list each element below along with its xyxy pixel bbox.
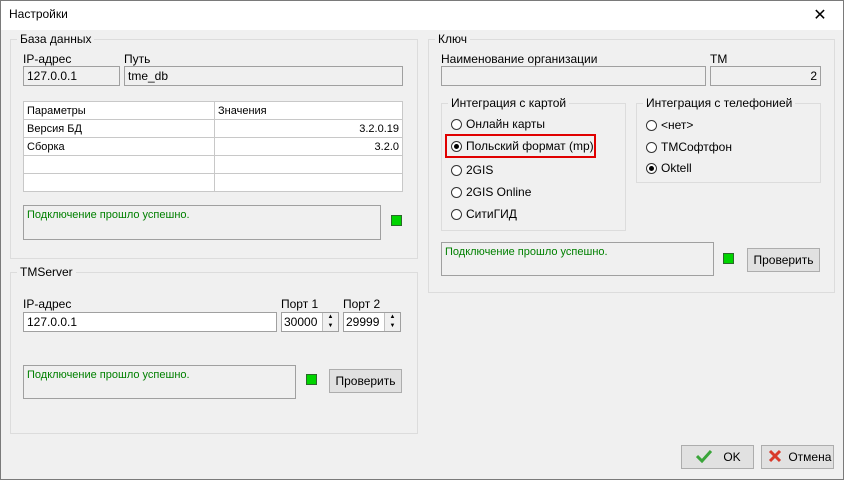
map-integration-legend: Интеграция с картой xyxy=(448,96,570,110)
radio-button-icon xyxy=(646,120,657,131)
table-header: Значения xyxy=(214,101,403,120)
database-legend: База данных xyxy=(17,32,95,46)
tmserver-ip-input[interactable]: 127.0.0.1 xyxy=(23,312,277,332)
spin-up-icon[interactable]: ▲ xyxy=(322,313,338,322)
radio-button-icon xyxy=(451,119,462,130)
table-cell xyxy=(214,173,403,192)
radio-citygid[interactable]: СитиГИД xyxy=(451,206,517,222)
highlight-box xyxy=(445,134,596,158)
radio-button-selected-icon xyxy=(646,163,657,174)
table-row[interactable]: Версия БД 3.2.0.19 xyxy=(23,119,403,138)
table-header: Параметры xyxy=(23,101,215,120)
db-path-field[interactable]: tme_db xyxy=(124,66,403,86)
port2-value: 29999 xyxy=(346,315,380,329)
port2-label: Порт 2 xyxy=(343,297,381,311)
db-ip-field[interactable]: 127.0.0.1 xyxy=(23,66,120,86)
tmserver-legend: TMServer xyxy=(17,265,76,279)
spin-up-icon[interactable]: ▲ xyxy=(384,313,400,322)
tmserver-check-button[interactable]: Проверить xyxy=(329,369,402,393)
tm-label: TM xyxy=(710,52,728,66)
table-header-row: Параметры Значения xyxy=(23,101,403,120)
key-status-led xyxy=(723,253,734,264)
db-status-led xyxy=(391,215,402,226)
radio-button-icon xyxy=(451,209,462,220)
radio-label: Oktell xyxy=(661,161,692,175)
table-cell xyxy=(23,173,215,192)
db-status-box: Подключение прошло успешно. xyxy=(23,205,381,240)
db-path-label: Путь xyxy=(124,52,151,66)
radio-label: СитиГИД xyxy=(466,207,517,221)
spin-down-icon[interactable]: ▼ xyxy=(322,322,338,331)
key-check-button[interactable]: Проверить xyxy=(747,248,820,272)
cancel-button[interactable]: Отмена xyxy=(761,445,834,469)
window-title: Настройки xyxy=(9,7,68,21)
checkmark-icon xyxy=(695,449,713,464)
cancel-label: Отмена xyxy=(788,450,832,464)
table-row[interactable]: Сборка 3.2.0 xyxy=(23,137,403,156)
db-ip-label: IP-адрес xyxy=(23,52,72,66)
radio-label: 2GIS xyxy=(466,163,494,177)
radio-online-maps[interactable]: Онлайн карты xyxy=(451,116,545,132)
org-label: Наименование организации xyxy=(441,52,598,66)
port2-stepper[interactable]: 29999 ▲ ▼ xyxy=(343,312,401,332)
radio-2gis-online[interactable]: 2GIS Online xyxy=(451,184,531,200)
radio-button-icon xyxy=(451,165,462,176)
radio-label: ТМСофтфон xyxy=(661,140,732,154)
tmserver-ip-label: IP-адрес xyxy=(23,297,72,311)
table-row[interactable] xyxy=(23,155,403,174)
tm-field[interactable]: 2 xyxy=(710,66,821,86)
port1-value: 30000 xyxy=(284,315,318,329)
settings-dialog: Настройки ✕ База данных IP-адрес 127.0.0… xyxy=(0,0,844,480)
table-cell: Сборка xyxy=(23,137,215,156)
radio-2gis[interactable]: 2GIS xyxy=(451,162,493,178)
key-status-box: Подключение прошло успешно. xyxy=(441,242,714,276)
radio-none[interactable]: <нет> xyxy=(646,117,693,133)
radio-label: 2GIS Online xyxy=(466,185,532,199)
title-bar: Настройки ✕ xyxy=(1,1,843,30)
port1-label: Порт 1 xyxy=(281,297,319,311)
tmserver-status-box: Подключение прошло успешно. xyxy=(23,365,296,399)
close-icon[interactable]: ✕ xyxy=(797,1,843,30)
table-cell xyxy=(23,155,215,174)
radio-tmsoftphone[interactable]: ТМСофтфон xyxy=(646,139,732,155)
cross-icon xyxy=(768,449,782,463)
key-legend: Ключ xyxy=(435,32,470,46)
org-field[interactable] xyxy=(441,66,706,86)
table-row[interactable] xyxy=(23,173,403,192)
tmserver-status-led xyxy=(306,374,317,385)
port1-stepper[interactable]: 30000 ▲ ▼ xyxy=(281,312,339,332)
table-cell: 3.2.0.19 xyxy=(214,119,403,138)
db-info-table: Параметры Значения Версия БД 3.2.0.19 Сб… xyxy=(23,101,403,192)
table-cell: 3.2.0 xyxy=(214,137,403,156)
radio-label: Онлайн карты xyxy=(466,117,546,131)
radio-button-icon xyxy=(451,187,462,198)
table-cell: Версия БД xyxy=(23,119,215,138)
phone-integration-legend: Интеграция с телефонией xyxy=(643,96,796,110)
table-cell xyxy=(214,155,403,174)
radio-button-icon xyxy=(646,142,657,153)
radio-oktell[interactable]: Oktell xyxy=(646,160,692,176)
ok-button[interactable]: OK xyxy=(681,445,754,469)
ok-label: OK xyxy=(723,450,741,464)
radio-label: <нет> xyxy=(661,118,694,132)
spin-down-icon[interactable]: ▼ xyxy=(384,322,400,331)
